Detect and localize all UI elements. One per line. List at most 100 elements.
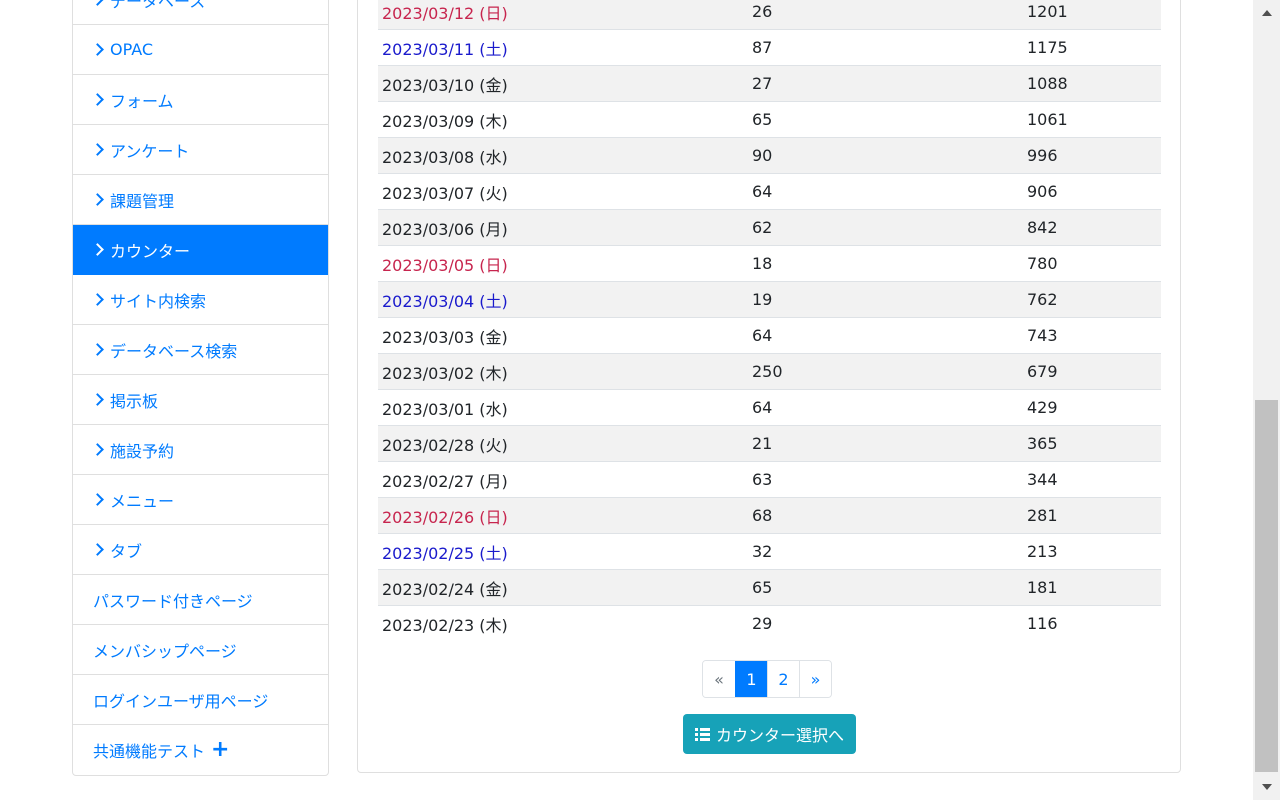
table-row: 2023/03/01 (水) 64 429 xyxy=(378,389,1161,426)
table-row: 2023/02/25 (土) 32 213 xyxy=(378,533,1161,570)
daily-count-cell: 64 xyxy=(748,173,1023,210)
table-row: 2023/03/03 (金) 64 743 xyxy=(378,317,1161,354)
sidebar-item[interactable]: メンバシップページ xyxy=(73,625,328,675)
date-cell: 2023/02/24 (金) xyxy=(378,569,748,606)
sidebar-item-label: メンバシップページ xyxy=(93,641,237,661)
sidebar-item[interactable]: ログインユーザ用ページ xyxy=(73,675,328,725)
date-cell: 2023/02/27 (月) xyxy=(378,461,748,498)
table-row: 2023/03/02 (木) 250 679 xyxy=(378,353,1161,390)
total-count-cell: 679 xyxy=(1023,353,1161,390)
sidebar-item[interactable]: カウンター xyxy=(73,225,328,275)
total-count-cell: 743 xyxy=(1023,317,1161,354)
total-count-cell: 1201 xyxy=(1023,0,1161,30)
daily-count-cell: 87 xyxy=(748,29,1023,66)
date-cell: 2023/03/07 (火) xyxy=(378,173,748,210)
total-count-cell: 116 xyxy=(1023,605,1161,642)
sidebar-item[interactable]: OPAC xyxy=(73,25,328,75)
sidebar-item-label: 掲示板 xyxy=(110,391,159,411)
total-count-cell: 780 xyxy=(1023,245,1161,282)
sidebar-item-label: タブ xyxy=(110,541,143,561)
table-row: 2023/03/09 (木) 65 1061 xyxy=(378,101,1161,138)
sidebar-item-label: データベース xyxy=(110,0,206,11)
total-count-cell: 181 xyxy=(1023,569,1161,606)
table-row: 2023/02/23 (木) 29 116 xyxy=(378,605,1161,642)
daily-count-cell: 250 xyxy=(748,353,1023,390)
total-count-cell: 906 xyxy=(1023,173,1161,210)
date-cell: 2023/03/10 (金) xyxy=(378,65,748,102)
sidebar-item-label: 共通機能テスト xyxy=(93,742,206,761)
date-cell: 2023/03/05 (日) xyxy=(378,245,748,282)
daily-count-cell: 90 xyxy=(748,137,1023,174)
daily-count-cell: 32 xyxy=(748,533,1023,570)
total-count-cell: 344 xyxy=(1023,461,1161,498)
sidebar-menu: データベース OPAC フォームアンケート課題管理カウンターサイト内検索データベース… xyxy=(72,0,329,776)
sidebar-item[interactable]: データベース検索 xyxy=(73,325,328,375)
sidebar-item-label: サイト内検索 xyxy=(110,291,207,311)
chevron-right-icon xyxy=(91,343,104,356)
sidebar-item[interactable]: 掲示板 xyxy=(73,375,328,425)
counter-select-button[interactable]: カウンター選択へ xyxy=(683,714,856,754)
sidebar-item-label: 課題管理 xyxy=(110,191,175,211)
pagination-prev[interactable]: « xyxy=(703,661,735,697)
sidebar-item[interactable]: 課題管理 xyxy=(73,175,328,225)
pagination-page-1[interactable]: 1 xyxy=(735,661,767,697)
pagination-page-2[interactable]: 2 xyxy=(767,661,799,697)
page-scrollbar[interactable] xyxy=(1253,0,1280,800)
total-count-cell: 762 xyxy=(1023,281,1161,318)
daily-count-cell: 21 xyxy=(748,425,1023,462)
daily-count-cell: 65 xyxy=(748,101,1023,138)
table-row: 2023/03/10 (金) 27 1088 xyxy=(378,65,1161,102)
sidebar-item-label: OPAC xyxy=(110,40,154,59)
chevron-right-icon xyxy=(91,393,104,406)
table-row: 2023/03/12 (日) 26 1201 xyxy=(378,0,1161,30)
pagination-next[interactable]: » xyxy=(799,661,831,697)
chevron-right-icon xyxy=(91,93,104,106)
sidebar-item[interactable]: フォーム xyxy=(73,75,328,125)
table-row: 2023/03/11 (土) 87 1175 xyxy=(378,29,1161,66)
scroll-thumb[interactable] xyxy=(1255,400,1278,772)
sidebar-item[interactable]: パスワード付きページ xyxy=(73,575,328,625)
chevron-right-icon xyxy=(91,493,104,506)
sidebar-item[interactable]: 施設予約 xyxy=(73,425,328,475)
total-count-cell: 281 xyxy=(1023,497,1161,534)
sidebar-item-label: アンケート xyxy=(110,141,190,161)
daily-count-cell: 62 xyxy=(748,209,1023,246)
date-cell: 2023/03/12 (日) xyxy=(378,0,748,30)
sidebar-item[interactable]: メニュー xyxy=(73,475,328,525)
plus-icon[interactable]: + xyxy=(211,739,229,761)
total-count-cell: 213 xyxy=(1023,533,1161,570)
total-count-cell: 365 xyxy=(1023,425,1161,462)
daily-count-cell: 64 xyxy=(748,389,1023,426)
table-row: 2023/03/04 (土) 19 762 xyxy=(378,281,1161,318)
date-cell: 2023/03/02 (木) xyxy=(378,353,748,390)
scroll-up-arrow-icon[interactable] xyxy=(1262,10,1272,16)
date-cell: 2023/03/08 (水) xyxy=(378,137,748,174)
sidebar-item[interactable]: アンケート xyxy=(73,125,328,175)
daily-count-cell: 64 xyxy=(748,317,1023,354)
table-row: 2023/02/27 (月) 63 344 xyxy=(378,461,1161,498)
date-cell: 2023/03/01 (水) xyxy=(378,389,748,426)
chevron-right-icon xyxy=(91,0,104,6)
sidebar-item[interactable]: サイト内検索 xyxy=(73,275,328,325)
daily-count-cell: 68 xyxy=(748,497,1023,534)
table-row: 2023/02/24 (金) 65 181 xyxy=(378,569,1161,606)
sidebar-item[interactable]: タブ xyxy=(73,525,328,575)
table-row: 2023/02/26 (日) 68 281 xyxy=(378,497,1161,534)
scroll-down-arrow-icon[interactable] xyxy=(1262,784,1272,790)
total-count-cell: 1061 xyxy=(1023,101,1161,138)
daily-count-cell: 65 xyxy=(748,569,1023,606)
counter-table: 2023/03/12 (日) 26 1201 2023/03/11 (土) 87 1175… xyxy=(378,0,1161,642)
sidebar-item[interactable]: データベース xyxy=(73,0,328,25)
sidebar-item[interactable]: 共通機能テスト + xyxy=(73,725,328,775)
counter-select-label: カウンター選択へ xyxy=(715,726,844,745)
chevron-right-icon xyxy=(91,443,104,456)
sidebar-item-label: パスワード付きページ xyxy=(93,591,253,611)
table-row: 2023/02/28 (火) 21 365 xyxy=(378,425,1161,462)
table-row: 2023/03/05 (日) 18 780 xyxy=(378,245,1161,282)
date-cell: 2023/02/23 (木) xyxy=(378,605,748,642)
total-count-cell: 1175 xyxy=(1023,29,1161,66)
daily-count-cell: 26 xyxy=(748,0,1023,30)
date-cell: 2023/03/03 (金) xyxy=(378,317,748,354)
pagination: « 1 2 » xyxy=(702,660,832,698)
daily-count-cell: 29 xyxy=(748,605,1023,642)
